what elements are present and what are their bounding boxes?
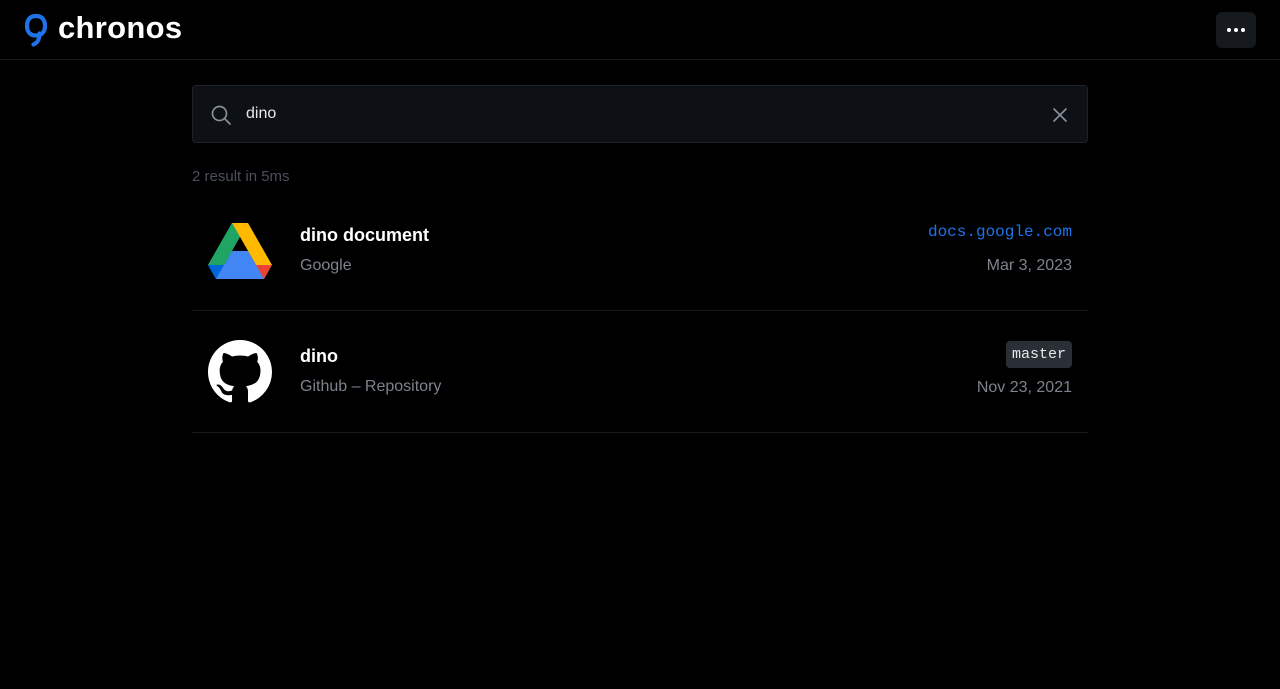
result-domain-link[interactable]: docs.google.com — [928, 223, 1072, 241]
google-drive-icon — [208, 223, 272, 279]
branch-badge: master — [1005, 341, 1072, 368]
close-icon[interactable] — [1050, 105, 1070, 125]
more-menu-button[interactable] — [1216, 12, 1256, 48]
app-name: chronos — [58, 10, 183, 45]
more-horizontal-icon — [1227, 28, 1245, 32]
result-title: dino document — [300, 225, 429, 245]
results-list: dino document Google docs.google.com Mar… — [192, 190, 1088, 433]
search-bar — [192, 85, 1088, 143]
result-summary: 2 result in 5ms — [192, 168, 290, 185]
result-date: Nov 23, 2021 — [976, 379, 1072, 396]
result-source: Github – Repository — [300, 378, 442, 395]
result-date: Mar 3, 2023 — [986, 257, 1072, 274]
result-title: dino — [300, 346, 338, 366]
search-input[interactable] — [246, 98, 1026, 130]
result-source: Google — [300, 257, 352, 274]
chronos-logo-icon — [24, 13, 48, 47]
search-icon — [211, 105, 231, 125]
github-icon — [208, 340, 272, 403]
result-item-google-doc[interactable]: dino document Google docs.google.com Mar… — [192, 190, 1088, 311]
top-bar: chronos — [0, 0, 1280, 60]
result-item-github-repo[interactable]: dino Github – Repository master Nov 23, … — [192, 311, 1088, 433]
app-logo[interactable]: chronos — [24, 10, 183, 47]
